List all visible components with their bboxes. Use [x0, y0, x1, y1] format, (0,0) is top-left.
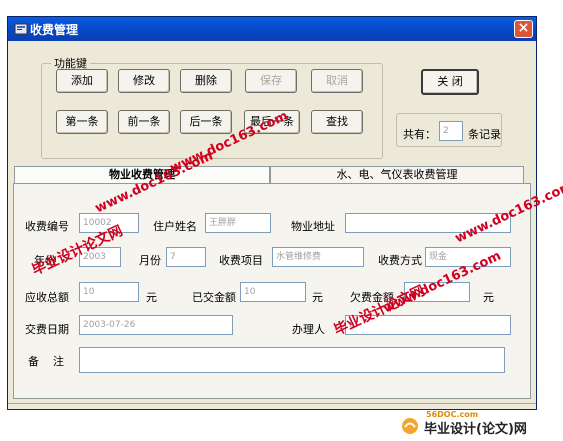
charge-no-label: 收费编号 — [25, 220, 69, 233]
site-logo: 56DOC.com 毕业设计(论文)网 — [400, 410, 562, 438]
record-count-prefix: 共有： — [403, 128, 436, 141]
charge-method-field[interactable]: 现金 — [425, 247, 511, 267]
address-field[interactable] — [345, 213, 511, 233]
charge-item-label: 收费项目 — [219, 254, 263, 267]
add-button[interactable]: 添加 — [56, 69, 108, 93]
close-button[interactable]: 关 闭 — [421, 69, 479, 95]
resident-name-field[interactable]: 王胖胖 — [205, 213, 271, 233]
tab-property-fees[interactable]: 物业收费管理 — [14, 166, 270, 184]
cancel-button[interactable]: 取消 — [311, 69, 363, 93]
amount-paid-unit: 元 — [312, 291, 323, 304]
handler-label: 办理人 — [292, 323, 325, 336]
pay-date-label: 交费日期 — [25, 323, 69, 336]
year-label: 年份 — [34, 254, 56, 267]
year-field[interactable]: 2003 — [79, 247, 121, 267]
main-window: 收费管理 × 功能键 添加 修改 删除 保存 取消 第一条 前一条 后一条 最后… — [7, 16, 537, 410]
charge-method-label: 收费方式 — [378, 254, 422, 267]
status-strip — [8, 403, 536, 409]
month-label: 月份 — [139, 254, 161, 267]
amount-owed-label: 欠费金额 — [350, 291, 394, 304]
record-count-field: 2 — [439, 121, 463, 141]
charge-no-field[interactable]: 10002 — [79, 213, 139, 233]
previous-record-button[interactable]: 前一条 — [118, 110, 170, 134]
amount-due-field[interactable]: 10 — [79, 282, 139, 302]
pay-date-field[interactable]: 2003-07-26 — [79, 315, 233, 335]
resident-name-label: 住户姓名 — [153, 220, 197, 233]
window-title: 收费管理 — [30, 23, 79, 37]
amount-owed-field[interactable] — [404, 282, 470, 302]
handler-field[interactable]: a — [345, 315, 511, 335]
edit-button[interactable]: 修改 — [118, 69, 170, 93]
delete-button[interactable]: 删除 — [180, 69, 232, 93]
remark-label: 备 注 — [28, 355, 64, 368]
close-window-button[interactable]: × — [514, 20, 533, 38]
record-count-suffix: 条记录 — [468, 128, 501, 141]
amount-due-unit: 元 — [146, 291, 157, 304]
first-record-button[interactable]: 第一条 — [56, 110, 108, 134]
charge-item-field[interactable]: 水管维修费 — [272, 247, 364, 267]
amount-owed-unit: 元 — [483, 291, 494, 304]
remark-field[interactable] — [79, 347, 505, 373]
last-record-button[interactable]: 最后一条 — [244, 110, 300, 134]
site-logo-icon — [402, 418, 418, 434]
amount-due-label: 应收总额 — [25, 291, 69, 304]
next-record-button[interactable]: 后一条 — [180, 110, 232, 134]
address-label: 物业地址 — [291, 220, 335, 233]
app-icon — [14, 23, 28, 35]
save-button[interactable]: 保存 — [245, 69, 297, 93]
month-field[interactable]: 7 — [166, 247, 206, 267]
close-icon: × — [517, 20, 530, 36]
amount-paid-label: 已交金额 — [192, 291, 236, 304]
find-button[interactable]: 查找 — [311, 110, 363, 134]
tab-meter-fees[interactable]: 水、电、气仪表收费管理 — [270, 166, 524, 184]
site-name: 毕业设计(论文)网 — [424, 422, 527, 437]
amount-paid-field[interactable]: 10 — [240, 282, 306, 302]
title-bar[interactable]: 收费管理 × — [8, 17, 536, 41]
